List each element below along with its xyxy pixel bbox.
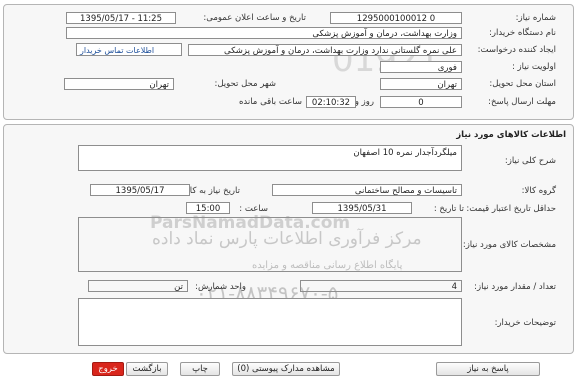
summary-label: شرح کلی نیاز: xyxy=(504,156,556,166)
city-field: تهران xyxy=(64,78,174,90)
creator-label: ایجاد کننده درخواست: xyxy=(477,45,556,55)
to-date-label: تا تاریخ : xyxy=(433,204,464,214)
days-word: روز و xyxy=(354,97,374,107)
priority-label: اولویت نیاز : xyxy=(511,62,556,72)
need-date-field: 1395/05/17 xyxy=(90,184,190,196)
remaining-word: ساعت باقی مانده xyxy=(238,97,302,107)
buyer-notes-field xyxy=(78,298,462,346)
deadline-time-field: 02:10:32 xyxy=(306,96,356,108)
time-label: ساعت : xyxy=(239,204,268,214)
count-label: تعداد / مقدار مورد نیاز: xyxy=(474,282,556,292)
need-number-label: شماره نیاز: xyxy=(515,13,556,23)
province-field: تهران xyxy=(380,78,462,90)
city-label: شهر محل تحویل: xyxy=(214,79,276,89)
deadline-days-field: 0 xyxy=(380,96,462,108)
unit-label: واحد شمارش: xyxy=(195,282,246,292)
group-field: تاسیسات و مصالح ساختمانی xyxy=(272,184,462,196)
creator-field: علی نمره گلستانی ندارد وزارت بهداشت، درم… xyxy=(188,44,462,56)
specs-field xyxy=(78,217,462,272)
priority-field: فوری xyxy=(380,61,462,73)
buyer-org-field: وزارت بهداشت، درمان و آموزش پزشکی xyxy=(66,27,462,39)
announce-label: تاریخ و ساعت اعلان عمومی: xyxy=(203,13,306,23)
to-date-field: 1395/05/31 xyxy=(312,202,412,214)
group-label: گروه کالا: xyxy=(521,186,556,196)
attachments-button[interactable]: مشاهده مدارک پیوستی (0) xyxy=(232,362,340,376)
need-number-field: 1295000100012 0 xyxy=(330,12,462,24)
deadline-label: مهلت ارسال پاسخ: xyxy=(488,97,556,107)
time-field: 15:00 xyxy=(186,202,230,214)
unit-field: تن xyxy=(88,280,188,292)
min-price-label: حداقل تاریخ اعتبار قیمت: xyxy=(466,204,556,214)
province-label: استان محل تحویل: xyxy=(489,79,556,89)
need-date-label: تاریخ نیاز به کالا: xyxy=(182,186,240,196)
print-button[interactable]: چاپ xyxy=(180,362,220,376)
buyer-notes-label: توضیحات خریدار: xyxy=(494,318,556,328)
exit-button[interactable]: خروج xyxy=(92,362,124,376)
back-button[interactable]: بازگشت xyxy=(126,362,168,376)
announce-field: 1395/05/17 - 11:25 xyxy=(66,12,176,24)
goods-section-title: اطلاعات کالاهای مورد نیاز xyxy=(456,130,566,140)
reply-button[interactable]: پاسخ به نیاز xyxy=(436,362,540,376)
specs-label: مشخصات کالای مورد نیاز: xyxy=(462,240,556,250)
buyer-org-label: نام دستگاه خریدار: xyxy=(489,28,556,38)
buyer-contact-link[interactable]: اطلاعات تماس خریدار xyxy=(80,46,154,55)
count-field: 4 xyxy=(300,280,462,292)
summary-field: میلگردآجدار نمره 10 اصفهان xyxy=(78,145,462,171)
